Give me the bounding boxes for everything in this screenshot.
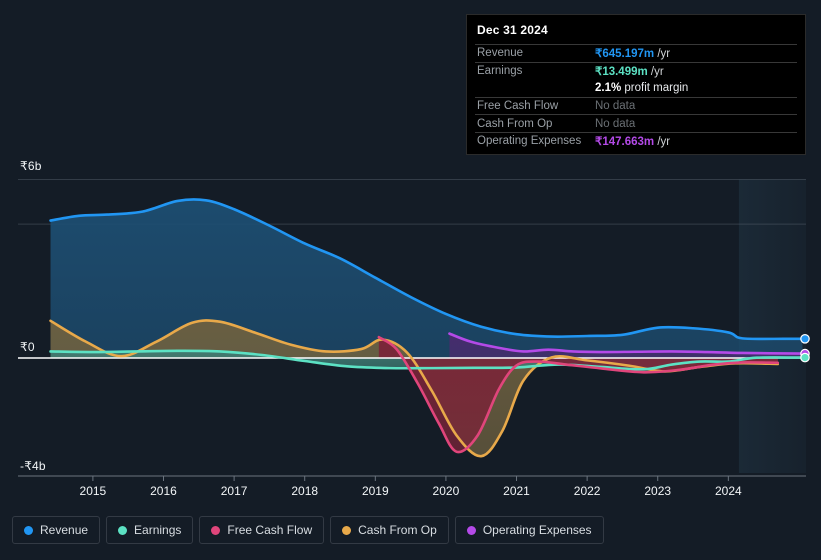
tooltip-row-value: ₹645.197m /yr [595, 46, 670, 60]
x-axis-label: 2021 [503, 484, 530, 498]
x-axis-label: 2022 [573, 484, 601, 498]
latest-period-band [738, 179, 806, 473]
legend-item-earnings[interactable]: Earnings [106, 516, 194, 544]
legend-color-swatch-icon [211, 525, 221, 535]
tooltip-row: Earnings ₹13.499m /yr [475, 61, 797, 80]
series-endpoint-revenue [800, 334, 810, 344]
tooltip-row-value: ₹147.663m /yr [595, 134, 670, 148]
tooltip-row: Cash From Op No data [475, 114, 797, 132]
tooltip-row-value: ₹13.499m /yr [595, 64, 664, 78]
y-axis-label-zero: ₹0 [20, 340, 35, 354]
legend-color-swatch-icon [118, 525, 128, 535]
tooltip-margin-value: 2.1% [595, 81, 622, 94]
x-axis-label: 2019 [361, 484, 389, 498]
tooltip-value-number: ₹645.197m [595, 48, 655, 61]
legend-item-free-cash-flow[interactable]: Free Cash Flow [199, 516, 325, 544]
tooltip-margin-unit: profit margin [621, 81, 689, 94]
tooltip-value-unit: /yr [654, 48, 671, 61]
x-axis-label: 2016 [150, 484, 177, 498]
legend-color-swatch-icon [24, 525, 33, 535]
tooltip-row: Revenue ₹645.197m /yr [475, 44, 797, 62]
legend-item-label: Free Cash Flow [227, 523, 313, 537]
x-axis-label: 2018 [291, 484, 319, 498]
financial-chart-widget: ₹6b ₹0 -₹4b 2015 2016 2017 2018 2019 2020 2021… [0, 0, 821, 560]
y-axis-label-top: ₹6b [20, 159, 42, 173]
tooltip-row-key: Operating Expenses [477, 135, 582, 148]
tooltip-value-unit: /yr [647, 65, 664, 78]
legend-item-label: Operating Expenses [482, 523, 592, 537]
legend-item-label: Cash From Op [358, 523, 437, 537]
x-axis-label: 2015 [79, 484, 107, 498]
series-endpoint-earnings [800, 352, 810, 363]
tooltip-row: Free Cash Flow No data [475, 96, 797, 115]
legend-item-label: Revenue [40, 523, 89, 537]
tooltip-row: 2.1% profit margin [475, 79, 797, 97]
tooltip-value-number: ₹13.499m [595, 65, 648, 78]
data-tooltip: Dec 31 2024 Revenue ₹645.197m /yr Earnings… [466, 14, 806, 155]
legend-item-cash-from-op[interactable]: Cash From Op [330, 516, 449, 544]
tooltip-row-nodata: No data [595, 117, 636, 130]
x-axis-label: 2020 [432, 484, 460, 498]
tooltip-rows: Revenue ₹645.197m /yr Earnings ₹13.499m /yr… [467, 44, 805, 150]
legend-item-revenue[interactable]: Revenue [12, 516, 101, 544]
tooltip-row-margin: 2.1% profit margin [595, 82, 688, 94]
tooltip-row: Operating Expenses ₹147.663m /yr [475, 131, 797, 150]
tooltip-row-nodata: No data [595, 100, 636, 113]
tooltip-row-key: Revenue [477, 47, 524, 60]
tooltip-date: Dec 31 2024 [477, 23, 548, 37]
tooltip-value-number: ₹147.663m [595, 136, 655, 149]
tooltip-value-unit: /yr [654, 136, 671, 149]
x-axis-label: 2023 [644, 484, 672, 498]
chart-legend[interactable]: Revenue Earnings Free Cash Flow Cash From O… [12, 516, 604, 544]
x-axis-labels: 2015 2016 2017 2018 2019 2020 2021 2022 2023 2024 [0, 484, 821, 502]
legend-item-operating-expenses[interactable]: Operating Expenses [454, 516, 604, 544]
tooltip-row-key: Cash From Op [477, 117, 553, 130]
tooltip-row-key: Earnings [477, 64, 523, 77]
legend-color-swatch-icon [466, 525, 476, 535]
tooltip-row-key: Free Cash Flow [477, 100, 559, 113]
x-axis-label: 2024 [714, 484, 742, 498]
legend-item-label: Earnings [134, 523, 182, 537]
legend-color-swatch-icon [342, 525, 352, 535]
x-axis-label: 2017 [220, 484, 248, 498]
series-area-revenue [50, 199, 803, 358]
y-axis-label-bottom: -₹4b [20, 459, 46, 473]
